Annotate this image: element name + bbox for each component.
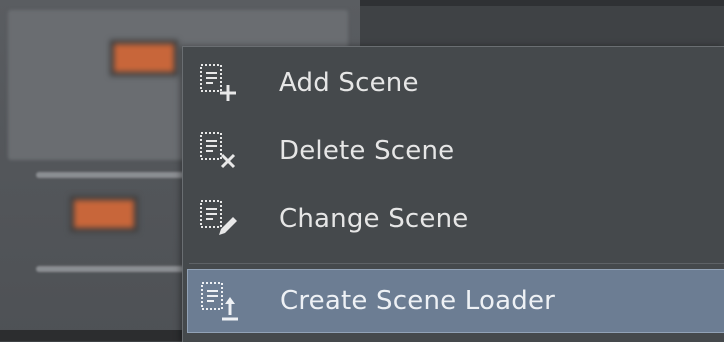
menu-item-label: Create Scene Loader xyxy=(280,286,556,316)
menu-item-add-scene[interactable]: Add Scene xyxy=(183,51,724,115)
menu-item-label: Change Scene xyxy=(279,204,469,234)
menu-item-label: Add Scene xyxy=(279,68,419,98)
context-menu: Add Scene Delete Scene Change Scene Crea… xyxy=(182,46,724,342)
scene-divider-2 xyxy=(36,266,186,272)
scene-thumbnail xyxy=(110,40,178,76)
menu-item-label: Delete Scene xyxy=(279,136,455,166)
menu-item-create-scene-loader[interactable]: Create Scene Loader xyxy=(187,269,724,333)
change-scene-icon xyxy=(200,200,237,235)
create-scene-loader-icon xyxy=(201,282,238,321)
menu-item-change-scene[interactable]: Change Scene xyxy=(183,187,724,251)
scene-divider xyxy=(36,172,186,178)
menu-item-delete-scene[interactable]: Delete Scene xyxy=(183,119,724,183)
delete-scene-icon xyxy=(200,132,236,169)
menu-separator xyxy=(189,263,724,264)
add-scene-icon xyxy=(200,64,236,101)
scene-thumbnail-2 xyxy=(70,196,138,232)
